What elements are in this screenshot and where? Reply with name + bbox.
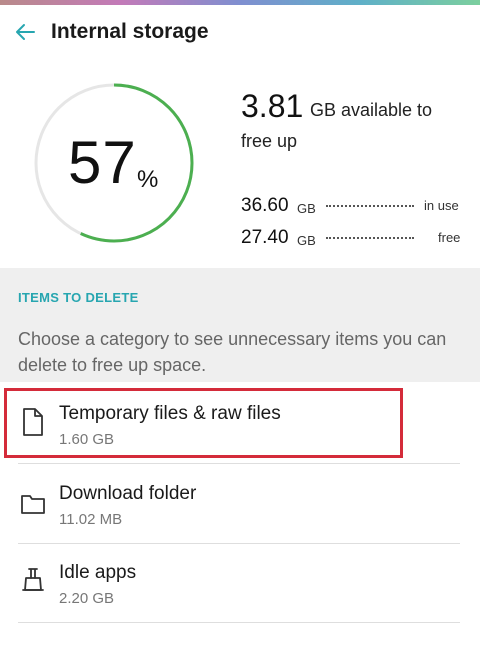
divider (18, 463, 460, 464)
back-button[interactable] (0, 5, 50, 59)
items-to-delete-section: ITEMS TO DELETE Choose a category to see… (0, 268, 480, 382)
app-bar: Internal storage (0, 5, 480, 59)
usage-percent-sign: % (137, 166, 159, 193)
page-title: Internal storage (51, 20, 209, 43)
broom-icon (22, 568, 44, 591)
section-description: Choose a category to see unnecessary ite… (18, 329, 447, 375)
in-use-value: 36.60 (241, 195, 289, 216)
usage-percent-value: 57 (68, 129, 137, 196)
free-label: free (438, 230, 461, 245)
available-label-line2: free up (241, 131, 298, 151)
section-title: ITEMS TO DELETE (18, 290, 139, 305)
item-size: 1.60 GB (59, 431, 115, 448)
in-use-label: in use (424, 198, 459, 213)
item-size: 11.02 MB (59, 511, 123, 528)
in-use-unit: GB (297, 201, 316, 216)
list-item-idle-apps[interactable]: Idle apps 2.20 GB (0, 544, 480, 622)
item-title: Idle apps (59, 562, 137, 583)
usage-percent: 57 % (68, 128, 178, 208)
available-value: 3.81 (241, 88, 304, 124)
available-unit-label: GB available to (310, 100, 433, 120)
list-item-download-folder[interactable]: Download folder 11.02 MB (0, 465, 480, 543)
item-title: Download folder (59, 483, 197, 504)
free-dotted-leader (326, 237, 414, 239)
file-icon (23, 408, 43, 436)
folder-icon (21, 495, 45, 514)
free-unit: GB (297, 233, 316, 248)
item-size: 2.20 GB (59, 590, 115, 607)
arrow-left-icon (16, 24, 35, 40)
free-value: 27.40 (241, 227, 289, 248)
divider (18, 622, 460, 623)
item-title: Temporary files & raw files (59, 403, 281, 424)
list-item-temporary-files[interactable]: Temporary files & raw files 1.60 GB (0, 385, 480, 463)
in-use-dotted-leader (326, 205, 414, 207)
